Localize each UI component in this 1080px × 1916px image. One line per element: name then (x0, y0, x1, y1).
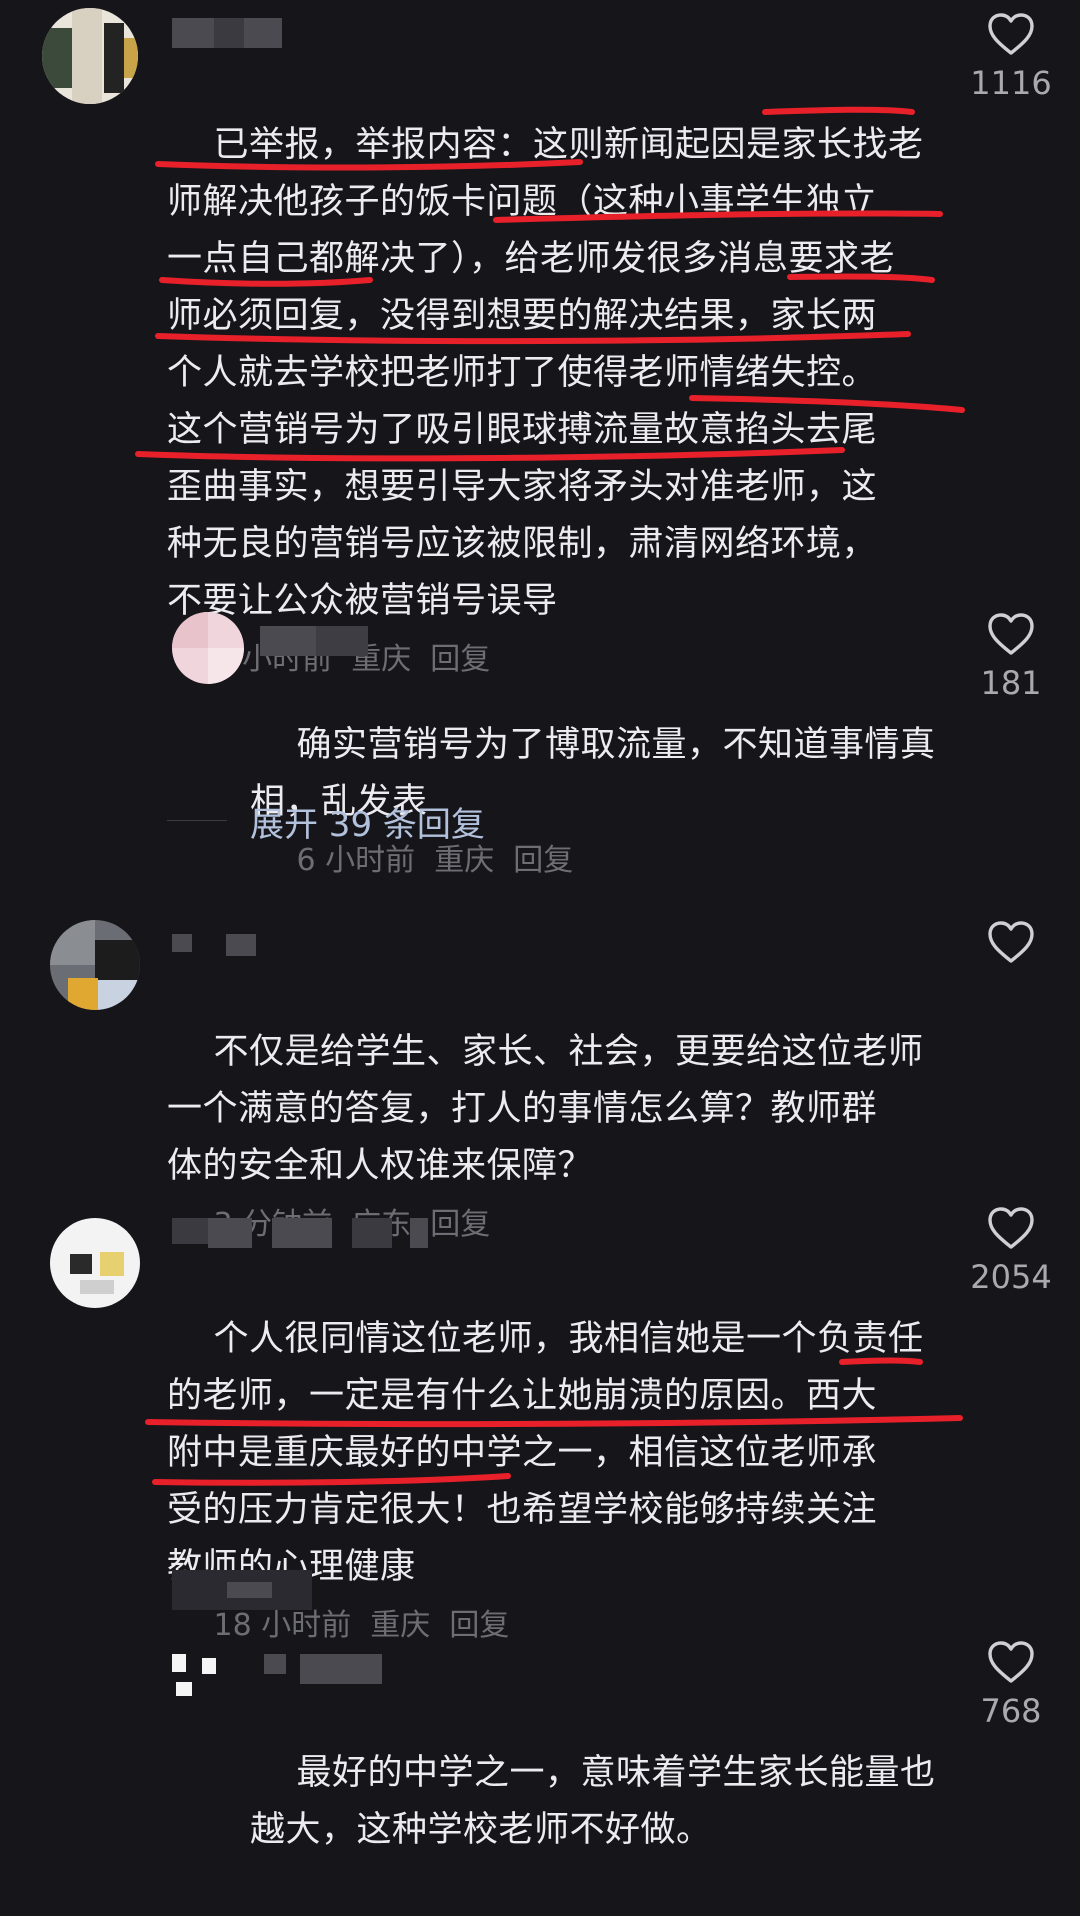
like-count: 2054 (970, 1258, 1052, 1296)
heart-icon[interactable] (987, 1640, 1035, 1684)
like-button[interactable]: 768 (961, 1640, 1061, 1730)
expand-divider (167, 820, 227, 821)
avatar[interactable] (42, 8, 138, 104)
expand-replies-button[interactable]: 展开 39 条回复 (250, 797, 485, 846)
heart-icon[interactable] (987, 1206, 1035, 1250)
like-button[interactable] (961, 920, 1061, 972)
like-button[interactable]: 2054 (961, 1206, 1061, 1296)
avatar[interactable] (50, 1218, 140, 1308)
comment-body: 最好的中学之一，意味着学生家长能量也 越大，这种学校老师不好做。 (250, 1753, 936, 1850)
comment-body: 不仅是给学生、家长、社会，更要给这位老师 一个满意的答复，打人的事情怎么算？教师… (167, 1032, 924, 1186)
comment-meta[interactable]: 6 小时前 重庆 回复 (297, 843, 574, 878)
like-button[interactable]: 1116 (961, 12, 1061, 102)
comment-body: 个人很同情这位老师，我相信她是一个负责任 的老师，一定是有什么让她崩溃的原因。西… (167, 1319, 924, 1587)
comment-text: 个人很同情这位老师，我相信她是一个负责任 的老师，一定是有什么让她崩溃的原因。西… (167, 1254, 947, 1711)
avatar[interactable] (172, 612, 244, 684)
comment-text: 最好的中学之一，意味着学生家长能量也 越大，这种学校老师不好做。 (250, 1688, 940, 1916)
avatar[interactable] (50, 920, 140, 1010)
comment-body: 已举报，举报内容：这则新闻起因是家长找老 师解决他孩子的饭卡问题（这种小事学生独… (167, 125, 924, 621)
heart-icon[interactable] (987, 612, 1035, 656)
blurred-username (172, 1570, 312, 1610)
heart-icon[interactable] (987, 920, 1035, 964)
avatar[interactable] (172, 1654, 226, 1708)
heart-icon[interactable] (987, 12, 1035, 56)
like-count: 1116 (970, 64, 1052, 102)
like-count: 768 (980, 1692, 1042, 1730)
like-count: 181 (980, 664, 1042, 702)
comment-meta[interactable]: 18 小时前 重庆 回复 (214, 1608, 510, 1643)
like-button[interactable]: 181 (961, 612, 1061, 702)
